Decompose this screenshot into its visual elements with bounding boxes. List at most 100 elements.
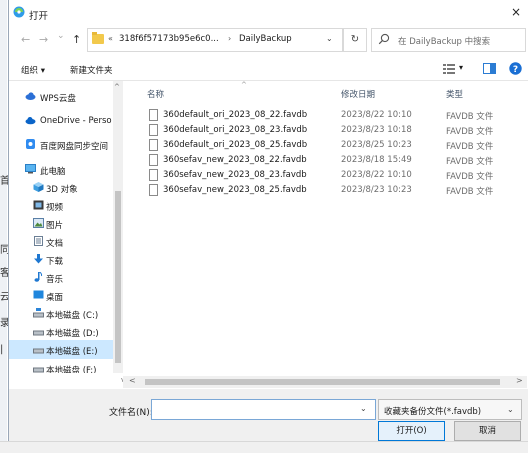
- file-icon: [149, 124, 158, 136]
- preview-pane-icon[interactable]: [483, 63, 496, 74]
- recent-locations-icon[interactable]: ⌄: [57, 31, 65, 41]
- background-window-edge: [0, 0, 7, 452]
- sidebar-item-label: 文档: [46, 239, 64, 249]
- sidebar-item-label: OneDrive - Perso: [40, 116, 112, 126]
- sidebar-item-label: 此电脑: [40, 167, 66, 177]
- sidebar-item-drive-c[interactable]: 本地磁盘 (C:): [9, 305, 113, 323]
- file-type: FAVDB 文件: [446, 187, 494, 197]
- filename-label: 文件名(N):: [109, 408, 153, 418]
- filetype-dropdown-icon: ⌄: [507, 405, 514, 414]
- scroll-left-icon[interactable]: <: [129, 376, 136, 385]
- background-text: 首: [0, 176, 10, 187]
- navigation-pane: WPS云盘 OneDrive - Perso 百度网盘同步空间 此电脑 3D 对…: [9, 81, 113, 373]
- sidebar-item-label: 桌面: [46, 293, 64, 303]
- column-header-name[interactable]: 名称: [147, 88, 164, 100]
- sidebar-item-onedrive[interactable]: OneDrive - Perso: [9, 112, 113, 130]
- file-modified: 2023/8/23 10:18: [341, 125, 412, 135]
- file-modified: 2023/8/22 10:10: [341, 170, 412, 180]
- file-modified: 2023/8/22 10:10: [341, 110, 412, 120]
- sidebar-item-downloads[interactable]: 下载: [9, 251, 113, 269]
- background-text: 同: [0, 245, 10, 256]
- sidebar-item-desktop[interactable]: 桌面: [9, 287, 113, 305]
- file-type: FAVDB 文件: [446, 172, 494, 182]
- sidebar-item-drive-f[interactable]: 本地磁盘 (F:): [9, 360, 113, 373]
- horizontal-scroll-thumb[interactable]: [145, 379, 500, 385]
- breadcrumb-separator-icon[interactable]: ›: [228, 34, 231, 43]
- organize-button[interactable]: 组织 ▾: [21, 64, 45, 76]
- file-name: 360default_ori_2023_08_23.favdb: [163, 125, 308, 135]
- file-name: 360default_ori_2023_08_25.favdb: [163, 140, 308, 150]
- search-input[interactable]: 在 DailyBackup 中搜索: [371, 28, 526, 52]
- sidebar-item-pictures[interactable]: 图片: [9, 215, 113, 233]
- table-row[interactable]: 360default_ori_2023_08_23.favdb 2023/8/2…: [123, 123, 527, 138]
- help-glyph: ?: [513, 65, 518, 75]
- video-icon: [33, 200, 44, 210]
- back-icon[interactable]: ←: [21, 33, 30, 46]
- filename-field[interactable]: ⌄: [151, 399, 376, 420]
- file-name: 360sefav_new_2023_08_23.favdb: [163, 170, 307, 180]
- sidebar-item-this-pc[interactable]: 此电脑: [9, 161, 113, 179]
- filetype-value: 收藏夹备份文件(*.favdb): [384, 407, 482, 417]
- sidebar-item-3d-objects[interactable]: 3D 对象: [9, 179, 113, 197]
- sidebar-item-baidu[interactable]: 百度网盘同步空间: [9, 136, 113, 154]
- computer-icon: [25, 164, 36, 174]
- breadcrumb-current[interactable]: DailyBackup: [239, 34, 292, 44]
- footer-panel: 文件名(N): ⌄ 收藏夹备份文件(*.favdb) ⌄ 打开(O) 取消: [9, 389, 528, 441]
- scroll-up-icon[interactable]: ^: [114, 83, 120, 91]
- sort-ascending-icon: ^: [241, 81, 247, 89]
- filename-dropdown-icon[interactable]: ⌄: [360, 404, 367, 413]
- up-folder-icon[interactable]: ↑: [72, 33, 81, 46]
- file-name: 360sefav_new_2023_08_25.favdb: [163, 185, 307, 195]
- help-icon[interactable]: ?: [509, 62, 522, 75]
- sidebar-item-label: 本地磁盘 (D:): [46, 329, 99, 339]
- view-dropdown-icon[interactable]: ▾: [459, 63, 463, 72]
- close-icon[interactable]: ×: [511, 5, 521, 19]
- cancel-button[interactable]: 取消: [454, 421, 521, 441]
- table-row[interactable]: 360sefav_new_2023_08_22.favdb 2023/8/18 …: [123, 153, 527, 168]
- cloud-icon: [25, 92, 36, 100]
- music-icon: [34, 272, 43, 282]
- scroll-right-icon[interactable]: >: [516, 376, 523, 385]
- document-icon: [34, 236, 43, 246]
- column-header-modified[interactable]: 修改日期: [341, 88, 375, 100]
- sidebar-item-drive-d[interactable]: 本地磁盘 (D:): [9, 323, 113, 341]
- download-icon: [34, 254, 43, 264]
- sidebar-scroll-thumb[interactable]: [115, 191, 121, 363]
- open-button[interactable]: 打开(O): [378, 421, 445, 441]
- background-text: |: [0, 344, 4, 355]
- sidebar-item-wps-cloud[interactable]: WPS云盘: [9, 88, 113, 106]
- sidebar-item-music[interactable]: 音乐: [9, 269, 113, 287]
- filetype-select[interactable]: 收藏夹备份文件(*.favdb) ⌄: [378, 399, 522, 420]
- table-row[interactable]: 360sefav_new_2023_08_25.favdb 2023/8/23 …: [123, 183, 527, 198]
- column-header-type[interactable]: 类型: [446, 88, 463, 100]
- file-list-horizontal-scrollbar[interactable]: < >: [123, 376, 527, 388]
- file-type: FAVDB 文件: [446, 142, 494, 152]
- sidebar-item-label: 下载: [46, 257, 64, 267]
- browser-logo-icon: [13, 6, 25, 18]
- background-text: 客: [0, 268, 10, 279]
- overflow-chevron-icon[interactable]: «: [108, 34, 113, 43]
- forward-icon[interactable]: →: [39, 33, 48, 46]
- cube-icon: [33, 182, 44, 192]
- table-row[interactable]: 360sefav_new_2023_08_23.favdb 2023/8/22 …: [123, 168, 527, 183]
- background-bottom-bar: [0, 441, 528, 453]
- sidebar-item-label: WPS云盘: [40, 94, 76, 104]
- address-bar[interactable]: « 318f6f57173b95e6c0... › DailyBackup ⌄: [87, 28, 343, 52]
- drive-icon: [33, 308, 44, 318]
- picture-icon: [33, 218, 44, 228]
- sidebar-item-videos[interactable]: 视频: [9, 197, 113, 215]
- file-type: FAVDB 文件: [446, 112, 494, 122]
- refresh-button[interactable]: ↻: [343, 28, 367, 52]
- sidebar-item-label: 3D 对象: [46, 185, 78, 195]
- table-row[interactable]: 360default_ori_2023_08_22.favdb 2023/8/2…: [123, 108, 527, 123]
- sidebar-item-drive-e[interactable]: 本地磁盘 (E:): [9, 340, 113, 359]
- view-options-icon[interactable]: [443, 64, 455, 74]
- sidebar-item-documents[interactable]: 文档: [9, 233, 113, 251]
- breadcrumb-parent[interactable]: 318f6f57173b95e6c0...: [119, 34, 219, 44]
- drive-icon: [33, 367, 44, 373]
- drive-icon: [33, 330, 44, 336]
- address-dropdown-icon[interactable]: ⌄: [326, 34, 333, 43]
- sidebar-scrollbar[interactable]: ^: [113, 81, 123, 373]
- new-folder-button[interactable]: 新建文件夹: [70, 64, 113, 76]
- table-row[interactable]: 360default_ori_2023_08_25.favdb 2023/8/2…: [123, 138, 527, 153]
